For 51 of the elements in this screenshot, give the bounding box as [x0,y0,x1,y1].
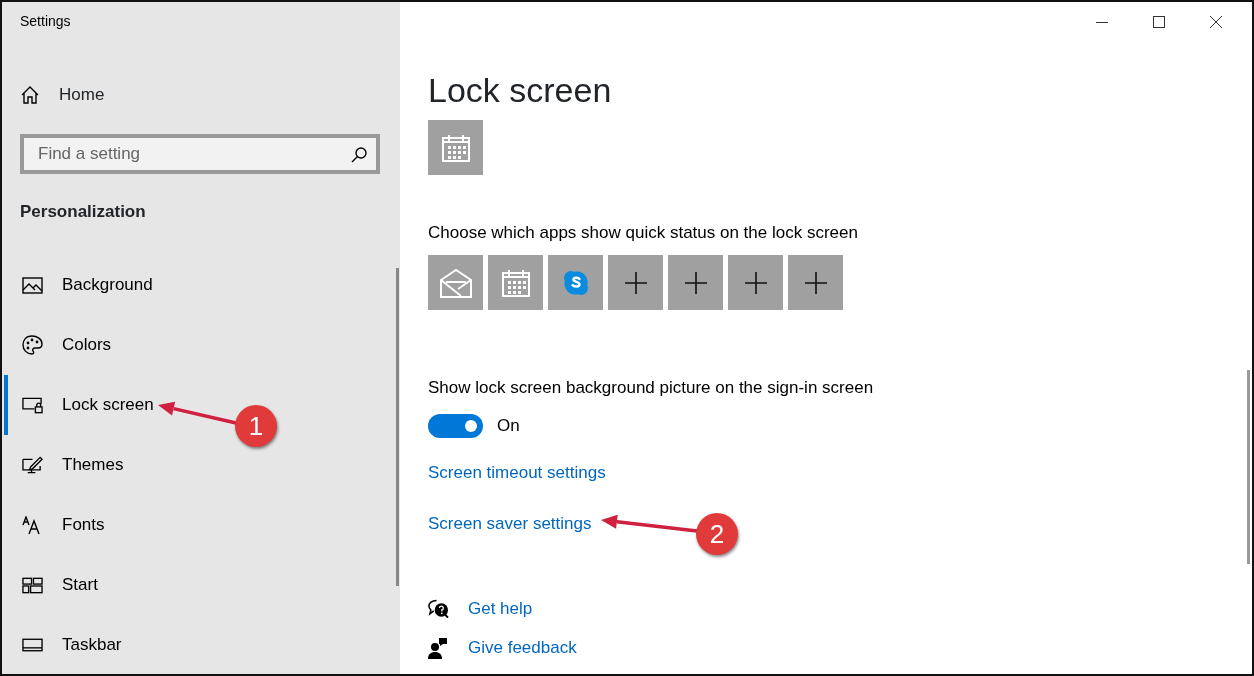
plus-icon [684,271,707,294]
brush-monitor-icon [22,455,43,475]
home-link[interactable]: Home [20,75,400,115]
toggle-state: On [497,415,520,437]
section-label: Choose which apps show quick status on the lock screen [428,222,858,244]
add-app-button[interactable] [668,255,723,310]
sidebar-item[interactable]: Taskbar [4,615,194,674]
app-tile[interactable] [548,255,603,310]
calendar-icon [441,133,470,162]
home-icon [20,85,40,105]
app-tile[interactable] [428,255,483,310]
sidebar-item[interactable]: Themes [4,435,194,495]
envelope-icon [439,267,472,298]
close-icon[interactable] [1209,16,1222,28]
sidebar-item[interactable]: Fonts [4,495,194,555]
search-icon [350,146,368,164]
font-size-icon [22,515,43,535]
page-title: Lock screen [428,70,612,111]
picture-icon [22,276,43,294]
palette-icon [22,335,43,355]
screen-lock-icon [22,396,43,414]
app-tile[interactable] [428,120,483,175]
add-app-button[interactable] [608,255,663,310]
window-title: Settings [20,12,71,31]
maximize-icon[interactable] [1152,16,1165,28]
sidebar-item[interactable]: Colors [4,315,194,375]
settings-link[interactable]: Screen timeout settings [428,463,606,482]
sidebar-item[interactable]: Start [4,555,194,615]
scrollbar[interactable] [396,268,399,586]
add-app-button[interactable] [788,255,843,310]
setting-label: Show lock screen background picture on the sign-in screen [428,377,874,399]
scrollbar[interactable] [1247,370,1250,564]
search-field[interactable]: Find a setting [22,136,378,172]
speech-bubbles-icon [428,599,449,619]
tiles-icon [22,576,43,594]
plus-icon [744,271,767,294]
taskbar-icon [22,638,43,652]
section-heading: Personalization [20,201,146,223]
plus-icon [804,271,827,294]
help-link[interactable]: Give feedback [468,637,577,659]
calendar-icon [501,268,530,297]
help-link[interactable]: Get help [468,598,533,620]
s-logo-icon [562,269,589,296]
callout-number: 2 [696,513,738,555]
add-app-button[interactable] [728,255,783,310]
sidebar-item[interactable]: Background [4,255,194,315]
plus-icon [624,271,647,294]
toggle-switch[interactable] [428,414,483,438]
app-tile[interactable] [488,255,543,310]
person-bubble-icon [428,637,449,659]
settings-link[interactable]: Screen saver settings [428,514,592,533]
